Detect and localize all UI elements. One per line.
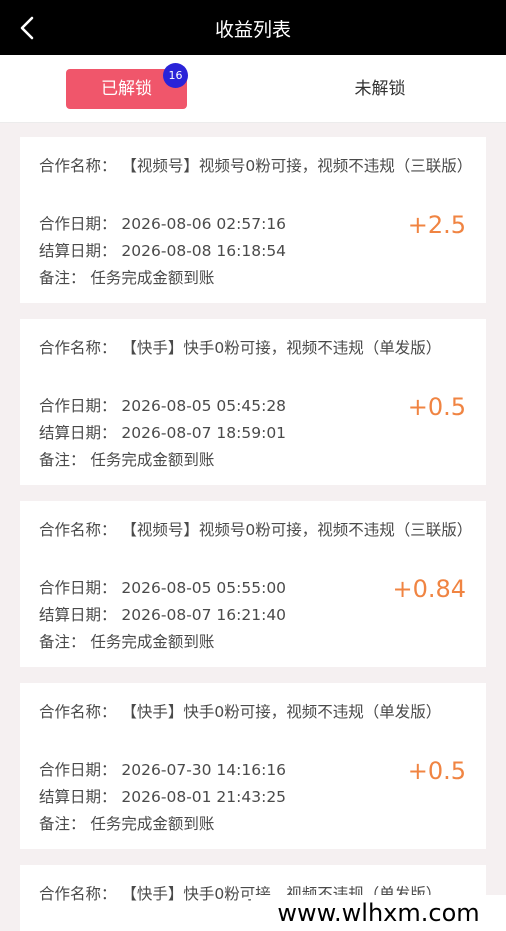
list-item[interactable]: 合作名称： 【快手】快手0粉可接，视频不违规（单发版） 合作日期： 2026-0… — [20, 319, 486, 485]
top-bar: 收益列表 — [0, 0, 506, 55]
coop-date: 合作日期： 2026-08-05 05:55:00 — [39, 579, 287, 597]
settle-date: 结算日期： 2026-08-01 21:43:25 — [39, 788, 287, 806]
list-item[interactable]: 合作名称： 【快手】快手0粉可接，视频不违规（单发版） 合作日期： 2026-0… — [20, 683, 486, 849]
remark: 备注： 任务完成金额到账 — [39, 451, 215, 469]
list-item[interactable]: 合作名称： 【视频号】视频号0粉可接，视频不违规（三联版） 合作日期： 2026… — [20, 137, 486, 303]
earnings-list: 合作名称： 【视频号】视频号0粉可接，视频不违规（三联版） 合作日期： 2026… — [0, 123, 506, 931]
tab-locked[interactable]: 未解锁 — [330, 69, 430, 109]
amount: +0.84 — [392, 575, 466, 603]
coop-name: 合作名称： 【快手】快手0粉可接，视频不违规（单发版） — [39, 339, 442, 357]
coop-date: 合作日期： 2026-07-30 14:16:16 — [39, 761, 287, 779]
amount: +2.5 — [407, 211, 466, 239]
amount: +0.5 — [407, 393, 466, 421]
settle-date: 结算日期： 2026-08-08 16:18:54 — [39, 242, 287, 260]
count-badge: 16 — [163, 63, 188, 88]
coop-name: 合作名称： 【视频号】视频号0粉可接，视频不违规（三联版） — [39, 157, 473, 175]
coop-date: 合作日期： 2026-08-06 02:57:16 — [39, 215, 287, 233]
coop-name: 合作名称： 【视频号】视频号0粉可接，视频不违规（三联版） — [39, 521, 473, 539]
settle-date: 结算日期： 2026-08-07 16:21:40 — [39, 606, 287, 624]
remark: 备注： 任务完成金额到账 — [39, 633, 215, 651]
settle-date: 结算日期： 2026-08-07 18:59:01 — [39, 424, 287, 442]
tab-bar: 已解锁 16 未解锁 — [0, 55, 506, 123]
remark: 备注： 任务完成金额到账 — [39, 269, 215, 287]
page-title: 收益列表 — [214, 19, 291, 41]
coop-name: 合作名称： 【快手】快手0粉可接，视频不违规（单发版） — [39, 703, 442, 721]
remark: 备注： 任务完成金额到账 — [39, 815, 215, 833]
amount: +0.5 — [407, 757, 466, 785]
watermark: www.wlhxm.com — [251, 895, 506, 931]
list-item[interactable]: 合作名称： 【视频号】视频号0粉可接，视频不违规（三联版） 合作日期： 2026… — [20, 501, 486, 667]
coop-date: 合作日期： 2026-08-05 05:45:28 — [39, 397, 287, 415]
